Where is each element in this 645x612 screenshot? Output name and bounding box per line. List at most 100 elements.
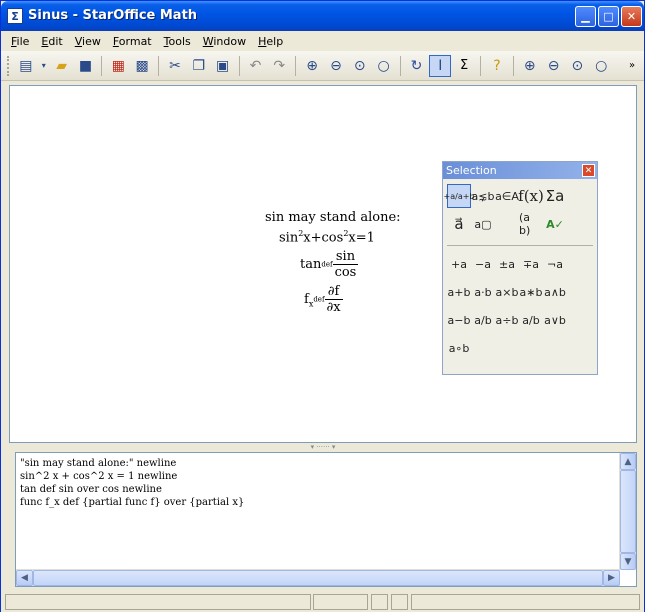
close-button[interactable]: ✕ xyxy=(621,6,642,27)
menu-help[interactable]: Help xyxy=(252,35,289,48)
a-circ-b-button[interactable]: a∘b xyxy=(447,336,471,360)
status-pane-main xyxy=(5,594,311,610)
new-dropdown-icon[interactable]: ▾ xyxy=(39,55,49,77)
others-button[interactable]: a▢ xyxy=(471,212,495,236)
set-operations-button[interactable]: a∈A xyxy=(495,184,519,208)
status-pane-3 xyxy=(371,594,388,610)
selection-separator xyxy=(447,245,593,246)
zoom-page-icon[interactable]: ○ xyxy=(590,55,612,77)
formula-line-4: fxdef ∂f ∂x xyxy=(304,284,343,315)
selection-row-unary: +a −a ±a ∓a ¬a xyxy=(447,252,567,276)
horizontal-scrollbar[interactable]: ◀ ▶ xyxy=(16,569,620,586)
unary-binary-operators-button[interactable]: +a/a+b xyxy=(444,184,475,208)
selection-panel: Selection ✕ +a/a+b a⋦b a∈A f(x) Σa a⃗ a▢… xyxy=(442,161,598,375)
vertical-scroll-thumb[interactable] xyxy=(620,470,636,553)
empty-slot xyxy=(495,212,519,236)
a-div-b-button[interactable]: a÷b xyxy=(495,308,519,332)
new-icon[interactable]: ▤ xyxy=(15,55,37,77)
selection-row-categories-2: a⃗ a▢ (a b) A✓ xyxy=(447,211,567,237)
scroll-left-icon[interactable]: ◀ xyxy=(16,570,33,586)
operators-button[interactable]: Σa xyxy=(543,184,567,208)
toolbar: ▤ ▾ ▰ ■ ▦ ▩ ✂ ❐ ▣ ↶ ↷ ⊕ ⊖ ⊙ ○ ↻ I Σ ? ⊕ … xyxy=(1,51,644,81)
toolbar-overflow-icon[interactable]: » xyxy=(621,55,643,77)
maximize-button[interactable]: □ xyxy=(598,6,619,27)
refresh-icon[interactable]: ↻ xyxy=(406,55,428,77)
open-icon[interactable]: ▰ xyxy=(51,55,73,77)
toolbar-separator xyxy=(480,55,482,76)
scroll-down-icon[interactable]: ▼ xyxy=(620,553,636,570)
menu-view[interactable]: View xyxy=(69,35,107,48)
title-bar[interactable]: Σ Sinus - StarOffice Math ▁ □ ✕ xyxy=(1,1,644,31)
menu-bar: File Edit View Format Tools Window Help xyxy=(1,31,644,51)
a-over-b-button[interactable]: a/b xyxy=(471,308,495,332)
zoom-out-icon[interactable]: ⊖ xyxy=(325,55,347,77)
vertical-scrollbar[interactable]: ▲ ▼ xyxy=(619,453,636,570)
horizontal-scroll-thumb[interactable] xyxy=(33,570,603,586)
toolbar-grip[interactable] xyxy=(7,55,10,76)
help-icon[interactable]: ? xyxy=(486,55,508,77)
scroll-right-icon[interactable]: ▶ xyxy=(603,570,620,586)
selection-row-binary-3: a∘b xyxy=(447,336,471,360)
menu-file[interactable]: File xyxy=(5,35,35,48)
status-pane-5 xyxy=(411,594,640,610)
toolbar-separator xyxy=(238,55,240,76)
toolbar-separator xyxy=(158,55,160,76)
not-a-button[interactable]: ¬a xyxy=(543,252,567,276)
attributes-button[interactable]: a⃗ xyxy=(447,212,471,236)
command-text[interactable]: "sin may stand alone:" newline sin^2 x +… xyxy=(20,457,244,509)
formula-cursor-icon[interactable]: I xyxy=(429,54,452,77)
status-bar xyxy=(1,591,644,612)
cut-icon[interactable]: ✂ xyxy=(164,55,186,77)
zoom-in-icon[interactable]: ⊕ xyxy=(301,55,323,77)
command-editor[interactable]: "sin may stand alone:" newline sin^2 x +… xyxy=(15,452,637,587)
zoom-in-icon[interactable]: ⊕ xyxy=(519,55,541,77)
menu-format[interactable]: Format xyxy=(107,35,158,48)
status-pane-2 xyxy=(313,594,368,610)
a-slash-b-button[interactable]: a/b xyxy=(519,308,543,332)
save-icon[interactable]: ■ xyxy=(75,55,97,77)
selection-title-bar[interactable]: Selection ✕ xyxy=(443,162,597,179)
a-and-b-button[interactable]: a∧b xyxy=(543,280,567,304)
splitter-handle[interactable]: ▾ ······ ▾ xyxy=(9,443,637,451)
undo-icon[interactable]: ↶ xyxy=(245,55,267,77)
formats-button[interactable]: A✓ xyxy=(543,212,567,236)
a-cdot-b-button[interactable]: a·b xyxy=(471,280,495,304)
zoom-out-icon[interactable]: ⊖ xyxy=(543,55,565,77)
a-times-b-button[interactable]: a×b xyxy=(495,280,519,304)
menu-tools[interactable]: Tools xyxy=(158,35,197,48)
redo-icon[interactable]: ↷ xyxy=(268,55,290,77)
toolbar-separator xyxy=(295,55,297,76)
window-title: Sinus - StarOffice Math xyxy=(28,8,198,23)
a-plus-b-button[interactable]: a+b xyxy=(447,280,471,304)
a-or-b-button[interactable]: a∨b xyxy=(543,308,567,332)
relations-button[interactable]: a⋦b xyxy=(471,184,495,208)
document-icon: Σ xyxy=(7,8,23,24)
selection-row-binary-1: a+b a·b a×b a∗b a∧b xyxy=(447,280,567,304)
maximize-icon: □ xyxy=(603,10,614,23)
toolbar-separator xyxy=(101,55,103,76)
brackets-button[interactable]: (a b) xyxy=(519,211,543,237)
scroll-up-icon[interactable]: ▲ xyxy=(620,453,636,470)
formula-line-1: sin may stand alone: xyxy=(265,210,401,225)
plus-a-button[interactable]: +a xyxy=(447,252,471,276)
zoom-100-icon[interactable]: ⊙ xyxy=(567,55,589,77)
a-star-b-button[interactable]: a∗b xyxy=(519,280,543,304)
toolbar-separator xyxy=(512,55,514,76)
symbols-icon[interactable]: Σ xyxy=(453,55,475,77)
zoom-page-icon[interactable]: ○ xyxy=(373,55,395,77)
paste-icon[interactable]: ▣ xyxy=(212,55,234,77)
export-pdf-icon[interactable]: ▦ xyxy=(107,55,129,77)
a-minus-b-button[interactable]: a−b xyxy=(447,308,471,332)
minus-a-button[interactable]: −a xyxy=(471,252,495,276)
menu-edit[interactable]: Edit xyxy=(35,35,68,48)
print-icon[interactable]: ▩ xyxy=(131,55,153,77)
functions-button[interactable]: f(x) xyxy=(518,184,544,208)
minus-plus-a-button[interactable]: ∓a xyxy=(519,252,543,276)
menu-window[interactable]: Window xyxy=(197,35,252,48)
copy-icon[interactable]: ❐ xyxy=(188,55,210,77)
formula-line-3: tandef sin cos xyxy=(300,249,359,280)
zoom-100-icon[interactable]: ⊙ xyxy=(349,55,371,77)
minimize-button[interactable]: ▁ xyxy=(575,6,596,27)
close-icon[interactable]: ✕ xyxy=(582,164,595,177)
plus-minus-a-button[interactable]: ±a xyxy=(495,252,519,276)
